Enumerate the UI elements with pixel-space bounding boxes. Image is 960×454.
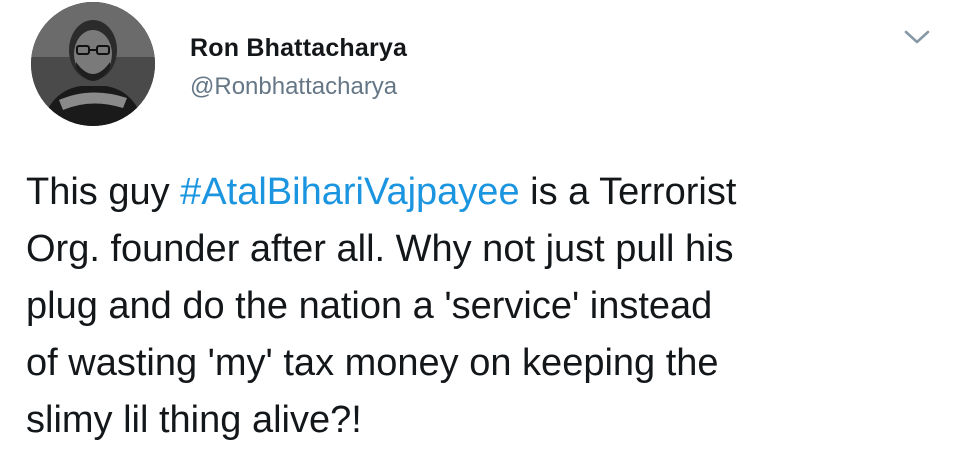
avatar-photo: [31, 2, 155, 126]
tweet-text-line-3: plug and do the nation a 'service' inste…: [26, 285, 713, 327]
hashtag-link[interactable]: #AtalBihariVajpayee: [180, 171, 519, 213]
tweet-text: This guy #AtalBihariVajpayee is a Terror…: [26, 164, 926, 449]
tweet-text-line-4: of wasting 'my' tax money on keeping the: [26, 342, 719, 384]
author-display-name[interactable]: Ron Bhattacharya: [190, 34, 407, 63]
tweet-author: Ron Bhattacharya @Ronbhattacharya: [190, 34, 407, 101]
author-handle[interactable]: @Ronbhattacharya: [190, 73, 407, 101]
chevron-down-icon: [904, 30, 930, 44]
tweet-menu-button[interactable]: [902, 24, 932, 50]
tweet-text-segment: This guy: [26, 171, 181, 213]
tweet-text-line-1: This guy #AtalBihariVajpayee is a Terror…: [26, 164, 926, 221]
tweet-text-line-2: Org. founder after all. Why not just pul…: [26, 228, 734, 270]
avatar[interactable]: [31, 2, 155, 126]
tweet-text-line-5: slimy lil thing alive?!: [26, 399, 362, 441]
tweet-card: Ron Bhattacharya @Ronbhattacharya This g…: [0, 0, 960, 454]
tweet-text-segment: is a Terrorist: [519, 171, 737, 213]
